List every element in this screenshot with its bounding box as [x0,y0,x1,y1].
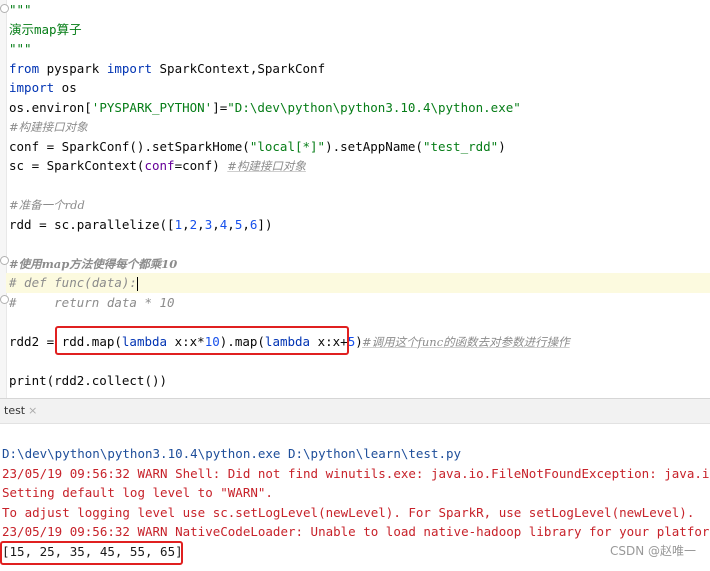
code-text: ) [498,138,506,154]
string-literal: "test_rdd" [422,138,499,154]
code-line-comment: #构建接口对象 [9,117,88,137]
code-line-import-pyspark: from pyspark import SparkContext,SparkCo… [9,59,325,79]
keyword: from [9,60,40,76]
code-line-print: print(rdd2.collect()) [9,371,167,391]
code-line: 演示map算子 [9,20,82,40]
code-text: rdd = sc.parallelize([ [9,216,175,232]
code-text: ]) [257,216,273,232]
number-literal: 3 [204,216,213,232]
code-text: rdd2 = [9,333,62,349]
code-line-sc: sc = SparkContext(conf=conf) #构建接口对象 [9,156,306,176]
run-panel-header: test × [0,398,710,424]
code-line-environ: os.environ['PYSPARK_PYTHON']="D:\dev\pyt… [9,98,521,118]
fold-marker-icon[interactable] [0,256,9,265]
string-literal: 'PYSPARK_PYTHON' [91,99,213,115]
console-line: D:\dev\python\python3.10.4\python.exe D:… [2,446,462,461]
close-icon[interactable]: × [28,404,37,417]
code-text: conf = SparkConf().setSparkHome( [9,138,250,154]
watermark: CSDN @赵唯一 [609,544,696,558]
code-line-import-os: import os [9,78,77,98]
number-literal: 1 [174,216,183,232]
keyword: import [106,60,152,76]
code-line-parallelize: rdd = sc.parallelize([1,2,3,4,5,6]) [9,216,273,232]
console-line: To adjust logging level use sc.setLogLev… [2,504,695,520]
highlight-box [55,326,349,355]
number-literal: 2 [189,216,198,232]
text-caret [136,276,138,291]
number-literal: 4 [219,216,228,232]
comment: #调用这个func的函数去对参数进行操作 [362,334,570,349]
docstring-text: 演示map算子 [9,21,82,37]
code-line-comment: #准备一个rdd [9,195,85,215]
comment: #使用map方法使得每个都乘10 [9,256,178,271]
code-line-current: # def func(data): [6,273,710,293]
comment: # def func(data): [9,275,137,290]
console-output[interactable]: D:\dev\python\python3.10.4\python.exe D:… [0,424,710,571]
fold-marker-icon[interactable] [0,295,9,304]
docstring-open: """ [9,2,32,17]
highlight-box [0,541,183,565]
editor-gutter [0,0,7,398]
code-line: """ [9,0,32,20]
docstring-close: """ [9,41,32,56]
comment: # return data * 10 [9,294,175,310]
tab-label: test [4,404,26,417]
comment: #构建接口对象 [227,159,306,173]
string-literal: "D:\dev\python\python3.10.4\python.exe" [227,99,521,115]
comment: #准备一个rdd [9,198,85,212]
number-literal: 5 [234,216,243,232]
tab-test[interactable]: test × [4,404,37,417]
comment: #构建接口对象 [9,120,88,134]
console-line: 23/05/19 09:56:32 WARN Shell: Did not fi… [2,465,710,481]
code-line-comment: # return data * 10 [9,293,175,313]
string-literal: "local[*]" [249,138,326,154]
code-text: print(rdd2.collect()) [9,372,168,388]
code-line: """ [9,39,32,59]
console-line: Setting default log level to "WARN". [2,485,273,500]
import-names: SparkContext,SparkConf [152,60,326,76]
console-line: 23/05/19 09:56:32 WARN NativeCodeLoader:… [2,524,710,539]
code-line-comment: #使用map方法使得每个都乘10 [9,254,177,274]
param-name: conf [144,158,175,173]
module-name: pyspark [39,60,107,76]
module-name: os [54,80,77,95]
code-line-comment: #调用这个func的函数去对参数进行操作 [362,332,570,352]
code-text: ).setAppName( [325,138,423,154]
code-editor[interactable]: """ 演示map算子 """ from pyspark import Spar… [0,0,710,398]
code-text: sc = SparkContext( [9,158,145,173]
code-text: os.environ[ [9,99,92,115]
code-text: =conf) [174,158,228,173]
keyword: import [9,80,55,95]
code-text: ]= [212,99,228,115]
fold-marker-icon[interactable] [0,4,9,13]
code-line-conf: conf = SparkConf().setSparkHome("local[*… [9,137,506,157]
